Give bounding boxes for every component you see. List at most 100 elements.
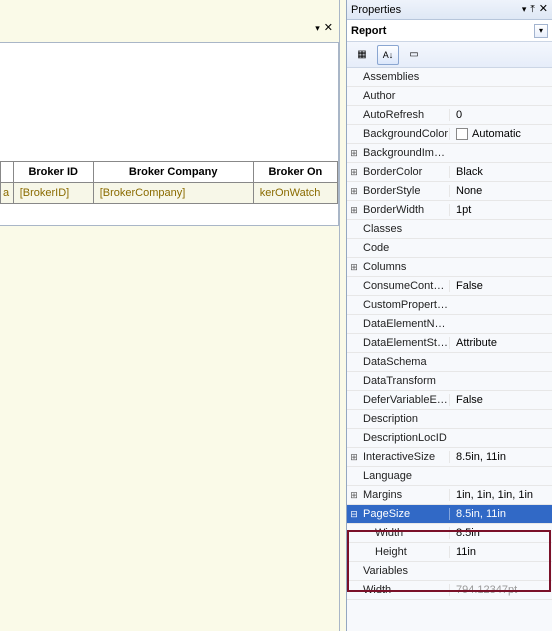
table-cell[interactable]: [BrokerID] xyxy=(13,183,93,204)
object-selector-text: Report xyxy=(351,25,534,37)
property-row[interactable]: ⊞InteractiveSize8.5in, 11in xyxy=(347,448,552,467)
property-value-text: None xyxy=(456,185,482,197)
table-header[interactable]: Broker Company xyxy=(93,162,253,183)
property-name: Classes xyxy=(361,223,449,235)
property-row[interactable]: ⊞Columns xyxy=(347,258,552,277)
property-value-text: 794.12347pt xyxy=(456,584,517,596)
panel-menu-icon[interactable]: ▾ xyxy=(522,4,527,15)
property-row[interactable]: ⊞Margins 1in, 1in, 1in, 1in xyxy=(347,486,552,505)
property-row[interactable]: AutoRefresh 0 xyxy=(347,106,552,125)
property-row[interactable]: Author xyxy=(347,87,552,106)
property-value-text: 11in xyxy=(456,546,476,558)
property-value[interactable]: 1pt xyxy=(449,204,552,216)
expand-icon[interactable]: ⊞ xyxy=(347,186,361,197)
property-name: Assemblies xyxy=(361,71,449,83)
close-icon[interactable]: ✕ xyxy=(539,4,548,15)
property-name: Width xyxy=(375,527,449,539)
object-selector[interactable]: Report ▾ xyxy=(347,20,552,42)
report-canvas[interactable]: Broker ID Broker Company Broker On a [Br… xyxy=(0,42,339,226)
property-pages-button[interactable]: ▭ xyxy=(403,45,425,65)
property-row[interactable]: ⊞BorderWidth1pt xyxy=(347,201,552,220)
property-value[interactable]: Automatic xyxy=(449,128,552,140)
color-swatch xyxy=(456,128,468,140)
property-row[interactable]: BackgroundColorAutomatic xyxy=(347,125,552,144)
table-row[interactable]: a [BrokerID] [BrokerCompany] kerOnWatch xyxy=(1,183,338,204)
property-name: DeferVariableEvaluation xyxy=(361,394,449,406)
property-row[interactable]: Classes xyxy=(347,220,552,239)
property-value[interactable]: None xyxy=(449,185,552,197)
property-value[interactable]: 0 xyxy=(449,109,552,121)
property-row[interactable]: Height 11in xyxy=(347,543,552,562)
property-row[interactable]: Language xyxy=(347,467,552,486)
property-row[interactable]: ⊞BorderStyleNone xyxy=(347,182,552,201)
property-row[interactable]: Assemblies xyxy=(347,68,552,87)
report-table[interactable]: Broker ID Broker Company Broker On a [Br… xyxy=(0,161,338,204)
table-cell[interactable]: [BrokerCompany] xyxy=(93,183,253,204)
property-value[interactable]: False xyxy=(449,394,552,406)
property-value-text: 1pt xyxy=(456,204,471,216)
expand-icon[interactable]: ⊞ xyxy=(347,205,361,216)
property-row[interactable]: DataTransform xyxy=(347,372,552,391)
property-value[interactable]: 8.5in, 11in xyxy=(449,451,552,463)
expand-icon[interactable]: ⊞ xyxy=(347,148,361,159)
report-designer: ▾ ✕ Broker ID Broker Company Broker On a… xyxy=(0,0,340,631)
table-cell[interactable]: a xyxy=(1,183,14,204)
property-row[interactable]: CustomProperties xyxy=(347,296,552,315)
expand-icon[interactable]: ⊞ xyxy=(347,452,361,463)
table-cell[interactable]: kerOnWatch xyxy=(253,183,337,204)
property-value[interactable]: Black xyxy=(449,166,552,178)
expand-icon[interactable]: ⊞ xyxy=(347,167,361,178)
property-name: Author xyxy=(361,90,449,102)
property-name: DataElementStyle xyxy=(361,337,449,349)
sort-az-icon: A↓ xyxy=(383,50,394,60)
property-row[interactable]: DataSchema xyxy=(347,353,552,372)
property-value[interactable]: 8.5in xyxy=(449,527,552,539)
properties-toolbar: ▦ A↓ ▭ xyxy=(347,42,552,68)
chevron-down-icon[interactable]: ▾ xyxy=(534,24,548,38)
property-name: Language xyxy=(361,470,449,482)
property-name: AutoRefresh xyxy=(361,109,449,121)
property-name: Description xyxy=(361,413,449,425)
property-name: DataSchema xyxy=(361,356,449,368)
categorized-button[interactable]: ▦ xyxy=(351,45,373,65)
property-row[interactable]: Code xyxy=(347,239,552,258)
alphabetical-button[interactable]: A↓ xyxy=(377,45,399,65)
table-header[interactable]: Broker On xyxy=(253,162,337,183)
property-value[interactable]: Attribute xyxy=(449,337,552,349)
property-row[interactable]: DataElementName xyxy=(347,315,552,334)
property-value-text: Black xyxy=(456,166,483,178)
property-row[interactable]: ⊞BorderColorBlack xyxy=(347,163,552,182)
property-value-text: Automatic xyxy=(472,128,521,140)
property-value-text: 0 xyxy=(456,109,462,121)
expand-icon[interactable]: ⊞ xyxy=(347,490,361,501)
designer-dropdown-icon[interactable]: ▾ xyxy=(315,23,320,34)
collapse-icon[interactable]: ⊟ xyxy=(347,509,361,520)
property-row[interactable]: Variables xyxy=(347,562,552,581)
property-row-selected[interactable]: ⊟PageSize8.5in, 11in xyxy=(347,505,552,524)
property-row[interactable]: DeferVariableEvaluationFalse xyxy=(347,391,552,410)
property-name: ConsumeContainerWhitespace xyxy=(361,280,449,292)
property-name: CustomProperties xyxy=(361,299,449,311)
property-value[interactable]: 794.12347pt xyxy=(449,584,552,596)
property-name: Code xyxy=(361,242,449,254)
property-row[interactable]: ConsumeContainerWhitespaceFalse xyxy=(347,277,552,296)
property-row[interactable]: Width794.12347pt xyxy=(347,581,552,600)
property-name: Margins xyxy=(361,489,449,501)
property-name: DescriptionLocID xyxy=(361,432,449,444)
property-value[interactable]: False xyxy=(449,280,552,292)
property-row[interactable]: ⊞BackgroundImage xyxy=(347,144,552,163)
property-name: PageSize xyxy=(361,508,449,520)
property-row[interactable]: DescriptionLocID xyxy=(347,429,552,448)
property-value[interactable]: 8.5in, 11in xyxy=(449,508,552,520)
pin-icon[interactable]: ⤒ xyxy=(530,4,534,15)
property-row[interactable]: Description xyxy=(347,410,552,429)
property-row[interactable]: Width8.5in xyxy=(347,524,552,543)
table-header[interactable]: Broker ID xyxy=(13,162,93,183)
property-value[interactable]: 1in, 1in, 1in, 1in xyxy=(449,489,552,501)
property-name: Height xyxy=(375,546,449,558)
expand-icon[interactable]: ⊞ xyxy=(347,262,361,273)
property-value-text: 1in, 1in, 1in, 1in xyxy=(456,489,533,501)
property-row[interactable]: DataElementStyleAttribute xyxy=(347,334,552,353)
property-value[interactable]: 11in xyxy=(449,546,552,558)
close-icon[interactable]: ✕ xyxy=(324,23,333,34)
